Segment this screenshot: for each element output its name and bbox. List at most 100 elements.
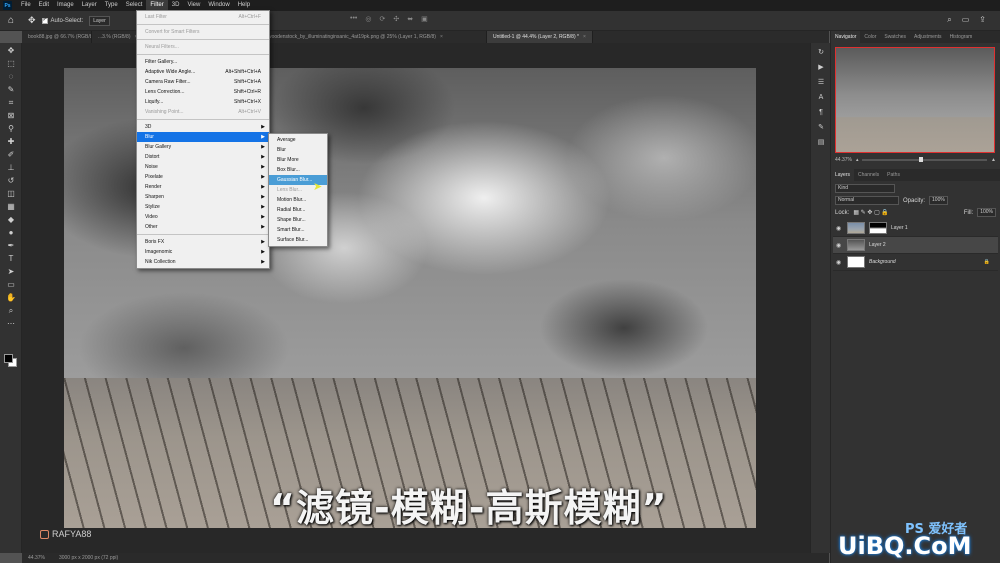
type-tool-icon[interactable]: T [4,253,18,264]
document-tab[interactable]: book88.jpg @ 66.7% (RGB/8#)× [22,31,92,43]
menu-item-filter-gallery[interactable]: Filter Gallery... [137,57,269,67]
menu-item-blur-gallery[interactable]: Blur Gallery ▶ [137,142,269,152]
menu-item-imagenomic[interactable]: Imagenomic ▶ [137,247,269,257]
brush-settings-icon[interactable]: ✎ [815,122,827,133]
opacity-input[interactable]: 100% [929,196,948,205]
quick-select-tool-icon[interactable]: ✎ [4,84,18,95]
lock-icon[interactable]: 🔒 [984,259,990,265]
navigator-thumbnail[interactable] [835,47,995,153]
close-icon[interactable]: × [440,34,443,40]
3d-rotate-icon[interactable]: ⟳ [379,15,385,23]
zoom-tool-icon[interactable]: ⌕ [4,305,18,316]
menu-item-3d[interactable]: 3D ▶ [137,122,269,132]
document-tab[interactable]: Untitled-1 @ 44.4% (Layer 2, RGB/8) * × [487,31,593,43]
layer-row[interactable]: ◉ Layer 1 [833,220,998,237]
close-icon[interactable]: × [583,34,586,40]
blend-mode-select[interactable]: Normal [835,196,899,205]
menu-edit[interactable]: Edit [35,0,53,11]
menu-item-boris-fx[interactable]: Boris FX ▶ [137,237,269,247]
fill-input[interactable]: 100% [977,208,996,217]
menu-item-blur[interactable]: Blur ▶ [137,132,269,142]
tab-color[interactable]: Color [860,31,880,43]
dodge-tool-icon[interactable]: ● [4,227,18,238]
tab-adjustments[interactable]: Adjustments [910,31,946,43]
menu-type[interactable]: Type [101,0,122,11]
move-tool-icon[interactable]: ✥ [4,45,18,56]
3d-slide-icon[interactable]: ⬌ [407,15,413,23]
stamp-tool-icon[interactable]: ⊥ [4,162,18,173]
properties-panel-icon[interactable]: ☰ [815,77,827,88]
menu-item-smart-blur[interactable]: Smart Blur... [269,225,327,235]
navigator-zoom-slider[interactable] [862,157,988,162]
more-tools-icon[interactable]: ⋯ [4,318,18,329]
gradient-tool-icon[interactable]: ▦ [4,201,18,212]
path-select-icon[interactable]: ➤ [4,266,18,277]
menu-item-camera-raw-filter[interactable]: Camera Raw Filter... Shift+Ctrl+A [137,77,269,87]
layer-filter-kind[interactable]: Kind [835,184,895,193]
share-icon[interactable]: ⇪ [979,15,986,25]
3d-mode-icon[interactable]: ◎ [365,15,371,23]
menu-item-shape-blur[interactable]: Shape Blur... [269,215,327,225]
menu-item-distort[interactable]: Distort ▶ [137,152,269,162]
3d-scale-icon[interactable]: ▣ [421,15,428,23]
brush-tool-icon[interactable]: ✐ [4,149,18,160]
tab-channels[interactable]: Channels [854,169,883,181]
menu-file[interactable]: File [17,0,35,11]
tab-swatches[interactable]: Swatches [880,31,910,43]
tab-navigator[interactable]: Navigator [831,31,861,43]
auto-select-option[interactable]: Auto-Select: [41,17,83,24]
menu-item-video[interactable]: Video ▶ [137,212,269,222]
lasso-tool-icon[interactable]: ◌ [4,71,18,82]
healing-brush-icon[interactable]: ✚ [4,136,18,147]
pen-tool-icon[interactable]: ✒ [4,240,18,251]
tab-histogram[interactable]: Histogram [946,31,977,43]
shape-tool-icon[interactable]: ▭ [4,279,18,290]
menu-item-stylize[interactable]: Stylize ▶ [137,202,269,212]
menu-item-lens-correction[interactable]: Lens Correction... Shift+Ctrl+R [137,87,269,97]
menu-item-sharpen[interactable]: Sharpen ▶ [137,192,269,202]
zoom-in-icon[interactable]: ▲ [991,157,996,163]
menu-item-adaptive-wide-angle[interactable]: Adaptive Wide Angle... Alt+Shift+Ctrl+A [137,67,269,77]
character-panel-icon[interactable]: A [815,92,827,103]
eyedropper-tool-icon[interactable]: ⚲ [4,123,18,134]
blur-tool-icon[interactable]: ◆ [4,214,18,225]
menu-item-blur-more[interactable]: Blur More [269,155,327,165]
hand-tool-icon[interactable]: ✋ [4,292,18,303]
menu-item-radial-blur[interactable]: Radial Blur... [269,205,327,215]
document-tab[interactable]: woodenstock_by_illuminatinginsanic_4at19… [262,31,487,43]
eye-icon[interactable]: ◉ [836,259,843,266]
crop-tool-icon[interactable]: ⌗ [4,97,18,108]
menu-item-surface-blur[interactable]: Surface Blur... [269,235,327,245]
layer-row[interactable]: ◉ Background 🔒 [833,254,998,271]
menu-layer[interactable]: Layer [78,0,101,11]
history-brush-icon[interactable]: ↺ [4,175,18,186]
actions-panel-icon[interactable]: ▶ [815,62,827,73]
menu-item-other[interactable]: Other ▶ [137,222,269,232]
frame-tool-icon[interactable]: ⊠ [4,110,18,121]
auto-select-checkbox[interactable] [41,17,48,24]
tab-layers[interactable]: Layers [831,169,855,181]
tab-paths[interactable]: Paths [883,169,904,181]
zoom-out-icon[interactable]: ▴ [856,157,859,163]
menu-item-motion-blur[interactable]: Motion Blur... [269,195,327,205]
status-zoom[interactable]: 44.37% [28,553,45,563]
auto-select-target-dropdown[interactable]: Layer [89,15,110,26]
libraries-panel-icon[interactable]: ▤ [815,137,827,148]
menu-item-pixelate[interactable]: Pixelate ▶ [137,172,269,182]
layer-row[interactable]: ◉ Layer 2 [833,237,998,254]
menu-item-blur[interactable]: Blur [269,145,327,155]
menu-item-average[interactable]: Average [269,135,327,145]
eraser-tool-icon[interactable]: ◫ [4,188,18,199]
3d-pan-icon[interactable]: ✣ [393,15,399,23]
menu-item-box-blur[interactable]: Box Blur... [269,165,327,175]
lock-icons[interactable]: ▦ ✎ ✥ ▢ 🔒 [853,209,889,216]
workspace-icon[interactable]: ▭ [962,15,970,25]
auto-select-target[interactable]: Layer [89,15,110,26]
move-tool-icon[interactable]: ✥ [28,15,36,26]
more-options-icon[interactable]: ••• [350,15,357,23]
search-icon[interactable]: ⌕ [947,15,951,25]
paragraph-panel-icon[interactable]: ¶ [815,107,827,118]
menu-item-noise[interactable]: Noise ▶ [137,162,269,172]
menu-image[interactable]: Image [53,0,78,11]
menu-item-nik-collection[interactable]: Nik Collection ▶ [137,257,269,267]
